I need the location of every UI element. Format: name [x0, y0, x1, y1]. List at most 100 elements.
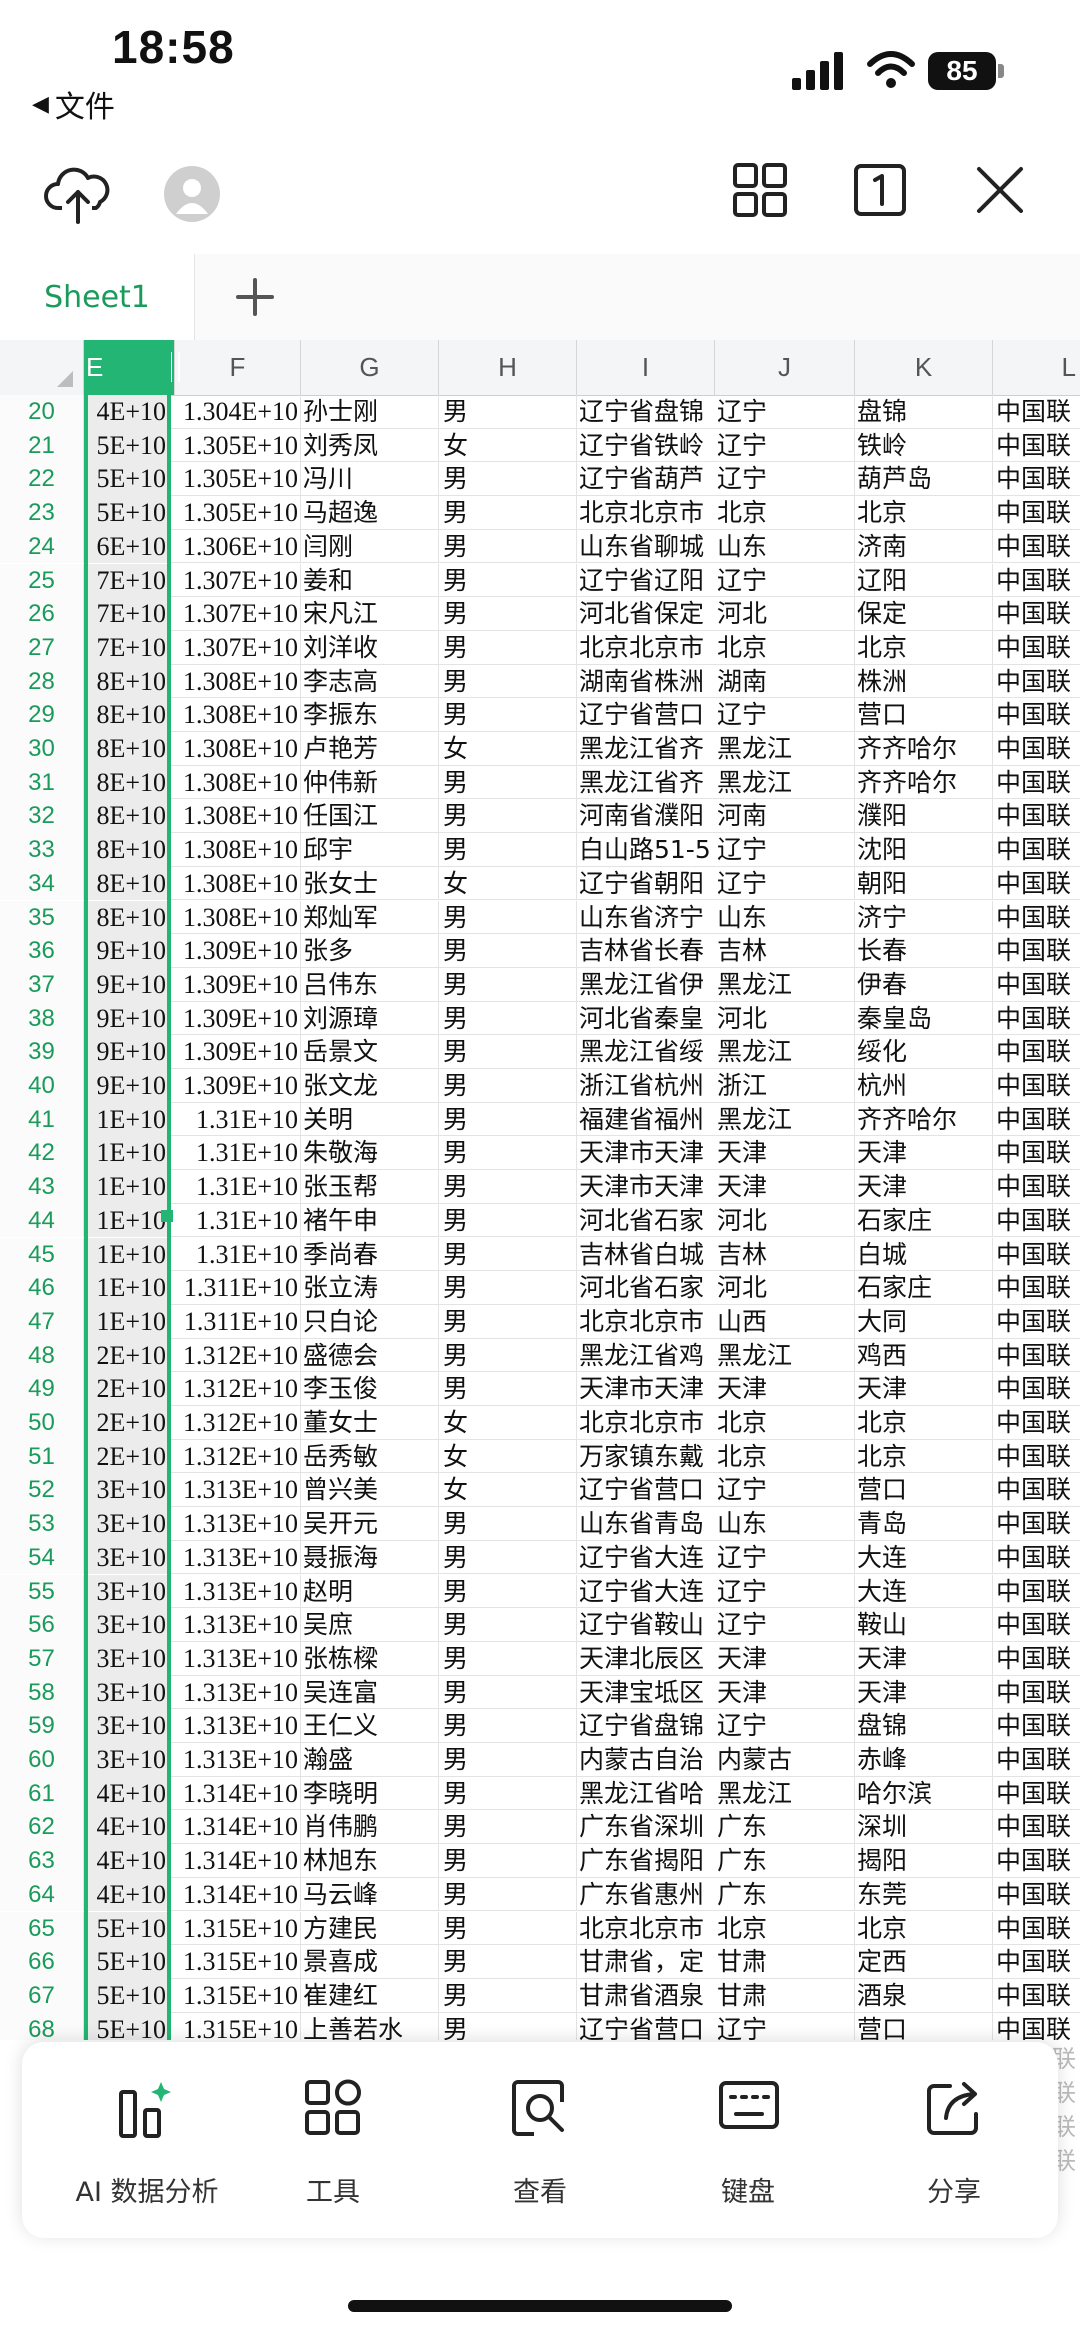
- cell-e[interactable]: 8E+10: [84, 866, 171, 901]
- table-row[interactable]: 43 1E+10 1.31E+10 张玉帮男天津市天津 天津 天津 中国联: [0, 1170, 1080, 1204]
- cell-k[interactable]: 定西: [855, 1945, 993, 1979]
- row-number[interactable]: 22: [0, 462, 84, 497]
- cell-e[interactable]: 3E+10: [84, 1473, 171, 1508]
- cell-i[interactable]: 甘肃省酒泉: [577, 1979, 715, 2013]
- cell-h[interactable]: 男: [439, 1338, 577, 1373]
- cell-i[interactable]: 北京北京市: [577, 1912, 715, 1946]
- cell-j[interactable]: 辽宁: [715, 1574, 855, 1609]
- cell-k[interactable]: 鞍山: [855, 1608, 993, 1642]
- cell-j[interactable]: 北京: [715, 1911, 855, 1946]
- cell-i[interactable]: 黑龙江省绥: [577, 1035, 715, 1069]
- cell-f[interactable]: 1.306E+10: [171, 529, 301, 564]
- cell-g[interactable]: 马云峰: [301, 1877, 439, 1912]
- cell-e[interactable]: 4E+10: [84, 1776, 171, 1811]
- cell-l[interactable]: 中国联: [993, 1844, 1080, 1878]
- cell-k[interactable]: 北京: [855, 1911, 993, 1946]
- cell-k[interactable]: 大同: [855, 1304, 993, 1339]
- keyboard-button[interactable]: 键盘: [658, 2078, 838, 2218]
- cell-j[interactable]: 河南: [715, 799, 855, 834]
- table-row[interactable]: 26 7E+10 1.307E+10 宋凡江男河北省保定 河北 保定 中国联: [0, 597, 1080, 631]
- cell-g[interactable]: 朱敬海: [301, 1136, 439, 1171]
- cell-g[interactable]: 只白论: [301, 1304, 439, 1339]
- cell-f[interactable]: 1.315E+10: [171, 2012, 301, 2040]
- table-row[interactable]: 60 3E+10 1.313E+10 瀚盛男内蒙古自治 内蒙古 赤峰 中国联: [0, 1743, 1080, 1777]
- cell-e[interactable]: 3E+10: [84, 1574, 171, 1609]
- cell-e[interactable]: 3E+10: [84, 1608, 171, 1642]
- cell-k[interactable]: 葫芦岛: [855, 462, 993, 497]
- cell-l[interactable]: 中国联: [993, 1440, 1080, 1474]
- table-row[interactable]: 36 9E+10 1.309E+10 张多男吉林省长春 吉林 长春 中国联: [0, 934, 1080, 968]
- cell-f[interactable]: 1.314E+10: [171, 1844, 301, 1878]
- row-number[interactable]: 35: [0, 900, 84, 935]
- cell-e[interactable]: 4E+10: [84, 1810, 171, 1845]
- cell-k[interactable]: 铁岭: [855, 428, 993, 463]
- cell-j[interactable]: 辽宁: [715, 2012, 855, 2040]
- cell-k[interactable]: 杭州: [855, 1069, 993, 1103]
- cell-f[interactable]: 1.305E+10: [171, 428, 301, 463]
- cell-k[interactable]: 秦皇岛: [855, 1001, 993, 1036]
- cell-g[interactable]: 刘秀凤: [301, 428, 439, 463]
- cell-g[interactable]: 张栋樑: [301, 1641, 439, 1676]
- cell-f[interactable]: 1.312E+10: [171, 1338, 301, 1373]
- row-number[interactable]: 46: [0, 1271, 84, 1305]
- row-number[interactable]: 53: [0, 1507, 84, 1541]
- cell-e[interactable]: 7E+10: [84, 597, 171, 631]
- cell-e[interactable]: 2E+10: [84, 1406, 171, 1440]
- cell-e[interactable]: 1E+10: [84, 1304, 171, 1339]
- add-sheet-button[interactable]: [230, 272, 280, 322]
- cell-j[interactable]: 河北: [715, 1203, 855, 1238]
- cell-h[interactable]: 男: [439, 833, 577, 867]
- cell-i[interactable]: 黑龙江省伊: [577, 968, 715, 1002]
- table-row[interactable]: 63 4E+10 1.314E+10 林旭东男广东省揭阳 广东 揭阳 中国联: [0, 1844, 1080, 1878]
- cell-h[interactable]: 男: [439, 1069, 577, 1103]
- table-row[interactable]: 42 1E+10 1.31E+10 朱敬海男天津市天津 天津 天津 中国联: [0, 1136, 1080, 1171]
- ai-data-analysis-button[interactable]: AI 数据分析: [57, 2078, 237, 2218]
- cell-f[interactable]: 1.308E+10: [171, 732, 301, 766]
- cell-e[interactable]: 5E+10: [84, 462, 171, 497]
- cell-e[interactable]: 9E+10: [84, 1069, 171, 1103]
- cell-k[interactable]: 赤峰: [855, 1743, 993, 1777]
- cell-f[interactable]: 1.307E+10: [171, 563, 301, 598]
- row-number[interactable]: 36: [0, 934, 84, 968]
- cell-h[interactable]: 男: [439, 2012, 577, 2040]
- row-number[interactable]: 48: [0, 1338, 84, 1373]
- cell-h[interactable]: 男: [439, 1035, 577, 1069]
- cell-j[interactable]: 辽宁: [715, 428, 855, 463]
- cell-i[interactable]: 天津市天津: [577, 1372, 715, 1406]
- cell-h[interactable]: 女: [439, 866, 577, 901]
- row-number[interactable]: 20: [0, 395, 84, 429]
- cell-j[interactable]: 内蒙古: [715, 1743, 855, 1777]
- cell-g[interactable]: 董女士: [301, 1406, 439, 1440]
- cell-l[interactable]: 中国联: [993, 867, 1080, 901]
- cell-l[interactable]: 中国联: [993, 1136, 1080, 1170]
- cell-h[interactable]: 男: [439, 664, 577, 699]
- table-row[interactable]: 46 1E+10 1.311E+10 张立涛男河北省石家 河北 石家庄 中国联: [0, 1271, 1080, 1305]
- cell-j[interactable]: 天津: [715, 1372, 855, 1406]
- cell-l[interactable]: 中国联: [993, 1743, 1080, 1777]
- cell-f[interactable]: 1.309E+10: [171, 1001, 301, 1036]
- cell-j[interactable]: 黑龙江: [715, 732, 855, 766]
- cell-g[interactable]: 瀚盛: [301, 1743, 439, 1777]
- cell-k[interactable]: 齐齐哈尔: [855, 765, 993, 800]
- row-number[interactable]: 29: [0, 698, 84, 732]
- cell-f[interactable]: 1.313E+10: [171, 1641, 301, 1676]
- view-button[interactable]: 查看: [450, 2078, 630, 2218]
- column-header-e[interactable]: E: [84, 340, 175, 395]
- cell-f[interactable]: 1.314E+10: [171, 1810, 301, 1845]
- cell-e[interactable]: 8E+10: [84, 799, 171, 834]
- cell-h[interactable]: 女: [439, 1406, 577, 1440]
- table-row[interactable]: 38 9E+10 1.309E+10 刘源璋男河北省秦皇 河北 秦皇岛 中国联: [0, 1001, 1080, 1036]
- table-row[interactable]: 57 3E+10 1.313E+10 张栋樑男天津北辰区 天津 天津 中国联: [0, 1641, 1080, 1676]
- cell-j[interactable]: 吉林: [715, 934, 855, 968]
- cell-j[interactable]: 广东: [715, 1877, 855, 1912]
- row-number[interactable]: 66: [0, 1945, 84, 1979]
- cell-l[interactable]: 中国联: [993, 766, 1080, 800]
- cell-k[interactable]: 大连: [855, 1540, 993, 1575]
- cell-k[interactable]: 酒泉: [855, 1978, 993, 2013]
- cell-k[interactable]: 天津: [855, 1372, 993, 1406]
- cell-f[interactable]: 1.31E+10: [171, 1170, 301, 1204]
- cell-g[interactable]: 曾兴美: [301, 1473, 439, 1508]
- column-header-h[interactable]: H: [439, 340, 577, 395]
- table-row[interactable]: 64 4E+10 1.314E+10 马云峰男广东省惠州 广东 东莞 中国联: [0, 1877, 1080, 1912]
- row-number[interactable]: 52: [0, 1473, 84, 1508]
